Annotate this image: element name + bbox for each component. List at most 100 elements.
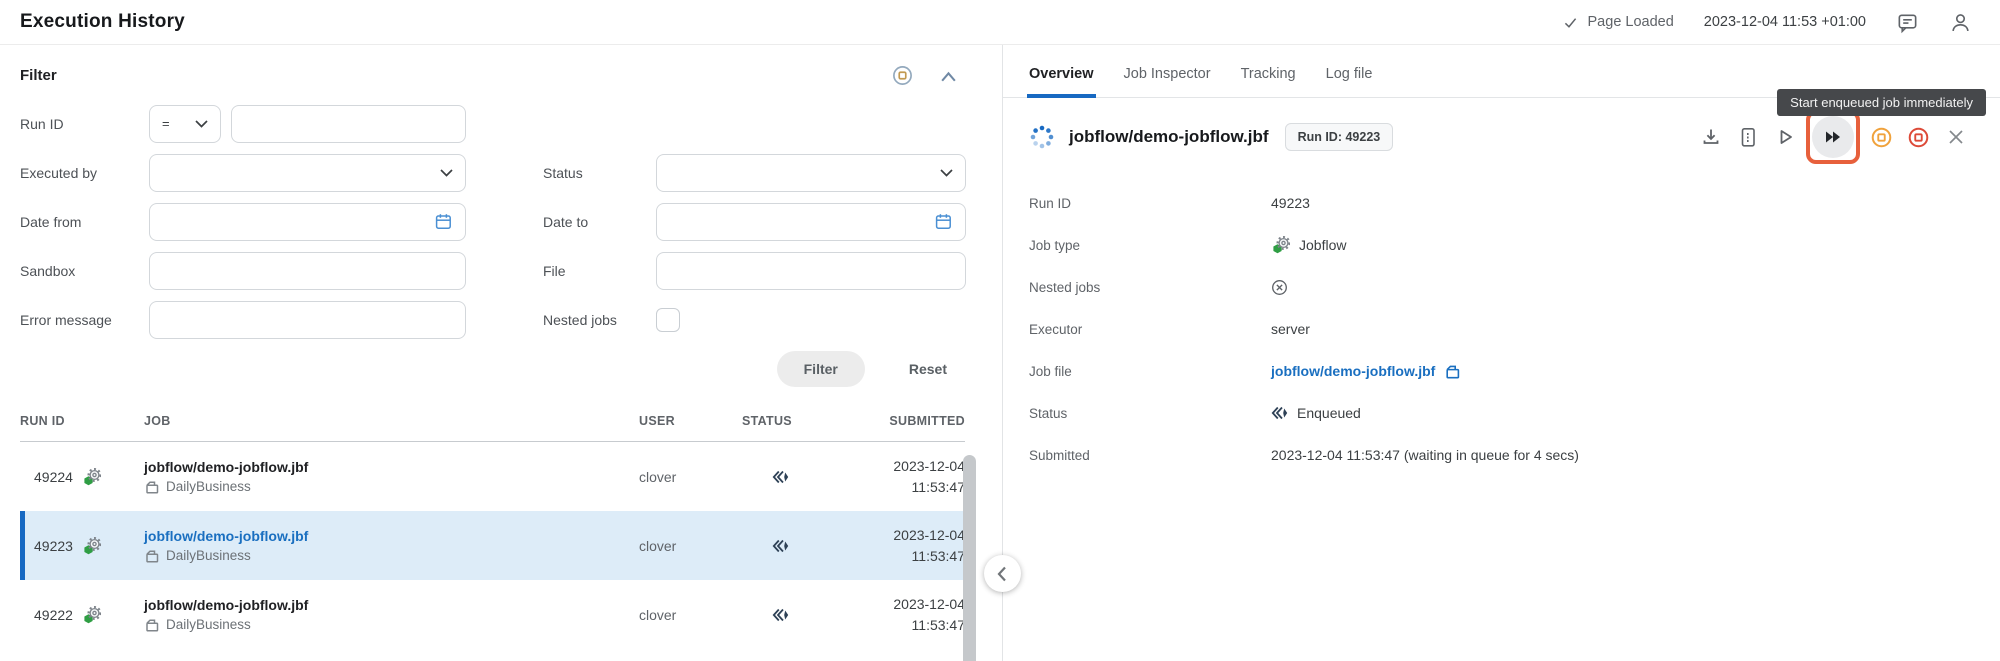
check-icon — [1564, 17, 1576, 28]
status-enqueued-icon — [742, 539, 842, 553]
run-id-value: 49223 — [1271, 195, 1310, 211]
stop-icon[interactable] — [1900, 126, 1937, 149]
executed-by-select[interactable] — [149, 153, 466, 192]
server-timestamp: 2023-12-04 11:53 +01:00 — [1703, 14, 1866, 30]
feedback-icon[interactable] — [1896, 11, 1919, 34]
user-value: clover — [639, 537, 677, 554]
job-detail-panel: Overview Job Inspector Tracking Log file… — [1003, 45, 2000, 661]
column-status: STATUS — [742, 414, 792, 428]
filter-header: Filter — [0, 45, 1002, 86]
status-value: Enqueued — [1297, 405, 1361, 421]
calendar-icon[interactable] — [934, 212, 953, 231]
nested-jobs-checkbox[interactable] — [656, 307, 680, 332]
job-name[interactable]: jobflow/demo-jobflow.jbf — [144, 528, 639, 544]
close-detail-icon[interactable] — [1937, 127, 1974, 147]
job-file-link[interactable]: jobflow/demo-jobflow.jbf — [1271, 363, 1435, 379]
tab-log-file[interactable]: Log file — [1326, 66, 1373, 97]
file-label: File — [543, 262, 566, 279]
file-input[interactable] — [656, 251, 966, 290]
job-title-row: jobflow/demo-jobflow.jbf Run ID: 49223 — [1003, 110, 2000, 164]
status-enqueued-icon — [742, 470, 842, 484]
run-id-badge: Run ID: 49223 — [1284, 123, 1394, 151]
status-enqueued-icon — [742, 608, 842, 622]
job-detail-fields: Run ID 49223 Job type Jobflow Nested job… — [1003, 182, 2000, 476]
job-type-value: Jobflow — [1299, 237, 1347, 253]
column-run-id: RUN ID — [20, 414, 65, 428]
run-id-value: 49223 — [34, 537, 73, 554]
run-icon[interactable] — [1766, 126, 1803, 148]
action-highlight-annotation — [1806, 110, 1860, 164]
page-status: Page Loaded — [1562, 14, 1674, 31]
job-title: jobflow/demo-jobflow.jbf — [1069, 127, 1269, 146]
main-content: Filter Run ID = Executed by Status Date … — [0, 45, 2000, 661]
reset-button[interactable]: Reset — [909, 361, 947, 377]
detail-row-job-type: Job type Jobflow — [1029, 236, 1347, 255]
collapse-filter-icon[interactable] — [939, 69, 958, 83]
top-bar: Execution History Page Loaded 2023-12-04… — [0, 0, 2000, 45]
detail-row-job-file: Job file jobflow/demo-jobflow.jbf — [1003, 350, 2000, 392]
jobflow-icon — [83, 536, 101, 555]
jobflow-icon — [83, 605, 101, 624]
sandbox-input[interactable] — [149, 251, 466, 290]
detail-row-status: Status Enqueued — [1029, 405, 1361, 421]
submitted-date: 2023-12-04 — [893, 457, 965, 474]
detail-row-nested-jobs: Nested jobs — [1003, 266, 2000, 308]
detail-row-submitted: Submitted 2023-12-04 11:53:47 (waiting i… — [1029, 447, 1579, 463]
run-id-input[interactable] — [231, 104, 466, 143]
submitted-date: 2023-12-04 — [893, 526, 965, 543]
start-enqueued-job-button[interactable] — [1812, 116, 1854, 158]
jobflow-icon — [1272, 236, 1290, 255]
tooltip: Start enqueued job immediately — [1777, 89, 1986, 116]
sandbox-icon — [144, 479, 159, 494]
sandbox-name: DailyBusiness — [166, 548, 251, 563]
submitted-time: 11:53:47 — [911, 616, 965, 633]
table-row-selected[interactable]: 49223 jobflow/demo-jobflow.jbf DailyBusi… — [20, 511, 965, 580]
job-name[interactable]: jobflow/demo-jobflow.jbf — [144, 597, 639, 613]
filter-target-icon[interactable] — [892, 65, 913, 86]
nested-jobs-label: Nested jobs — [543, 311, 617, 328]
column-job: JOB — [144, 414, 171, 428]
table-scrollbar[interactable] — [963, 455, 976, 661]
column-user: USER — [639, 414, 675, 428]
job-name[interactable]: jobflow/demo-jobflow.jbf — [144, 459, 639, 475]
detail-row-run-id: Run ID 49223 — [1029, 195, 1310, 211]
download-icon[interactable] — [1692, 126, 1729, 148]
suspend-icon[interactable] — [1863, 126, 1900, 149]
job-action-toolbar — [1692, 110, 1974, 164]
table-header: RUN ID JOB USER STATUS SUBMITTED — [20, 414, 965, 442]
log-file-icon[interactable] — [1729, 126, 1766, 148]
error-message-input[interactable] — [149, 300, 466, 339]
fast-forward-icon — [1826, 131, 1840, 143]
table-row[interactable]: 49224 jobflow/demo-jobflow.jbf DailyBusi… — [20, 442, 965, 511]
tab-overview[interactable]: Overview — [1027, 66, 1095, 98]
calendar-icon[interactable] — [434, 212, 453, 231]
sandbox-icon — [144, 617, 159, 632]
status-select[interactable] — [656, 153, 966, 192]
run-id-operator-value: = — [162, 116, 170, 131]
status-label: Status — [543, 164, 583, 181]
run-id-label: Run ID — [20, 115, 64, 132]
status-enqueued-icon — [1271, 406, 1288, 420]
run-id-value: 49222 — [34, 606, 73, 623]
sandbox-name: DailyBusiness — [166, 479, 251, 494]
sandbox-name: DailyBusiness — [166, 617, 251, 632]
executed-by-label: Executed by — [20, 164, 98, 181]
tab-tracking[interactable]: Tracking — [1241, 66, 1296, 97]
running-spinner-icon — [1030, 125, 1054, 149]
submitted-time: 11:53:47 — [911, 547, 965, 564]
submitted-date: 2023-12-04 — [893, 595, 965, 612]
collapse-detail-panel-button[interactable] — [984, 555, 1021, 592]
run-id-operator-select[interactable]: = — [149, 104, 221, 143]
page-title: Execution History — [20, 11, 185, 32]
user-account-icon[interactable] — [1949, 11, 1972, 34]
open-sandbox-icon[interactable] — [1444, 363, 1460, 379]
date-from-input[interactable] — [149, 202, 466, 241]
filter-title: Filter — [20, 67, 57, 84]
run-id-value: 49224 — [34, 468, 73, 485]
filter-button[interactable]: Filter — [776, 351, 865, 387]
date-to-label: Date to — [543, 213, 589, 230]
table-row[interactable]: 49222 jobflow/demo-jobflow.jbf DailyBusi… — [20, 580, 965, 649]
tab-job-inspector[interactable]: Job Inspector — [1124, 66, 1211, 97]
execution-history-page: Execution History Page Loaded 2023-12-04… — [0, 0, 2000, 661]
date-to-input[interactable] — [656, 202, 966, 241]
